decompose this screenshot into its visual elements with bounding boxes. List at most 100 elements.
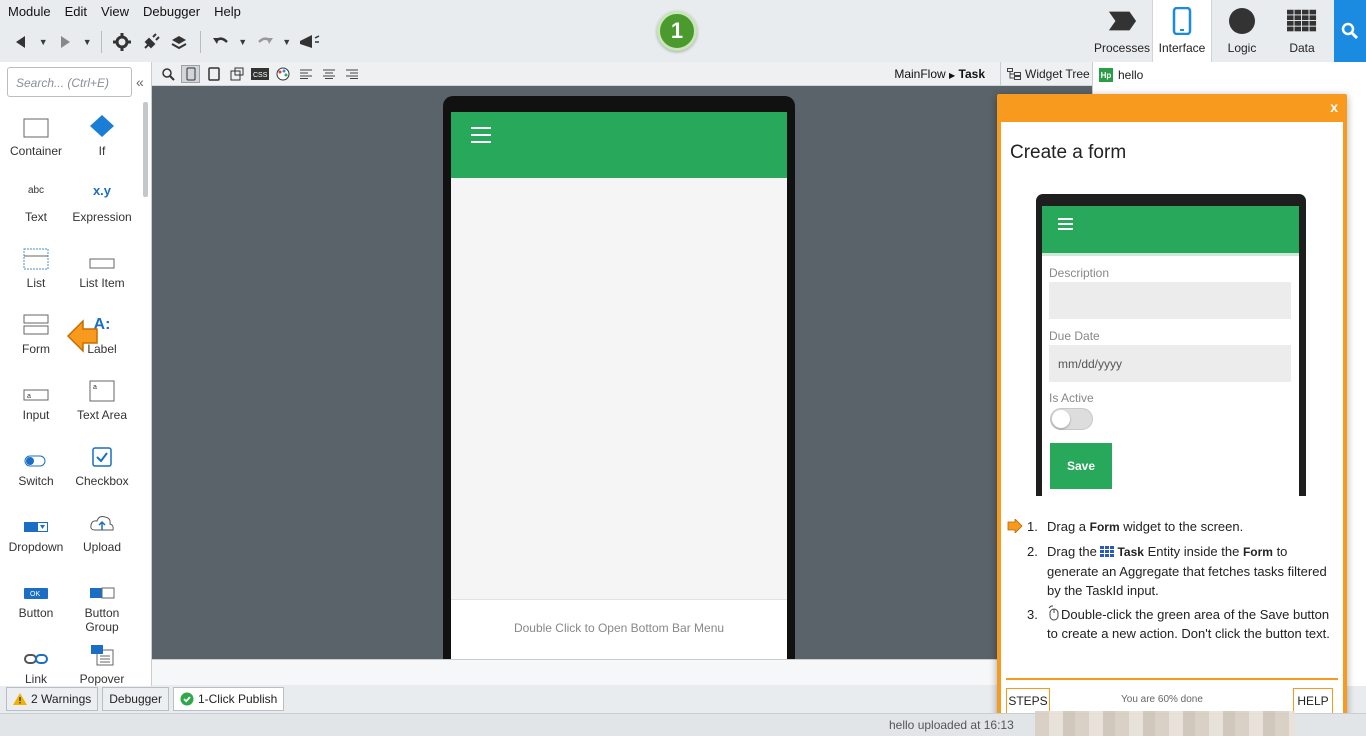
widget-input[interactable]: a Input [3, 372, 69, 422]
widget-button-group[interactable]: Button Group [69, 570, 135, 634]
phone-preview-icon[interactable] [181, 64, 200, 83]
one-click-publish-tab[interactable]: 1-Click Publish [172, 687, 285, 711]
megaphone-icon[interactable] [297, 30, 320, 54]
bottom-bar-text: Double Click to Open Bottom Bar Menu [513, 621, 725, 635]
canvas-toolbar: CSS MainFlow ▶ Task Widget Tree [152, 62, 1092, 86]
widget-label: Upload [82, 540, 122, 554]
redo-dropdown-icon[interactable]: ▼ [282, 30, 291, 54]
button-group-icon [69, 570, 135, 600]
undo-icon[interactable] [210, 30, 233, 54]
widget-label: Popover [79, 672, 125, 686]
align-left-icon[interactable] [296, 65, 315, 83]
widget-label: Expression [72, 210, 132, 224]
preview-toggle [1050, 408, 1093, 430]
if-icon [69, 108, 135, 138]
tab-logic[interactable]: Logic [1212, 0, 1272, 62]
widget-expression[interactable]: x.y Expression [69, 174, 135, 224]
back-dropdown-icon[interactable]: ▼ [39, 30, 48, 54]
warnings-tab[interactable]: 2 Warnings [6, 687, 99, 711]
widget-label: Input [22, 408, 50, 422]
widget-switch[interactable]: Switch [3, 438, 69, 488]
debugger-tab[interactable]: Debugger [102, 687, 169, 711]
widget-tree-label: Widget Tree [1025, 66, 1090, 81]
align-center-icon[interactable] [319, 65, 338, 83]
close-icon[interactable]: x [1330, 99, 1338, 115]
svg-text:OK: OK [30, 591, 40, 598]
tab-logic-label: Logic [1227, 41, 1257, 55]
widget-text[interactable]: abc Text [3, 174, 69, 224]
global-search-button[interactable] [1334, 0, 1366, 62]
widget-list[interactable]: List [3, 240, 69, 290]
logic-icon [1227, 7, 1257, 35]
widget-text-area[interactable]: a Text Area [69, 372, 135, 422]
toolbox-scrollbar[interactable] [143, 102, 148, 197]
css-icon[interactable]: CSS [250, 65, 269, 83]
widget-tree-button[interactable]: Widget Tree [1000, 62, 1092, 85]
tree-root-item[interactable]: Hp hello [1099, 68, 1143, 82]
widget-checkbox[interactable]: Checkbox [69, 438, 135, 488]
forward-icon[interactable] [54, 30, 77, 54]
redo-icon[interactable] [253, 30, 276, 54]
progress-text: You are 60% done [1121, 694, 1203, 705]
tutorial-step-badge[interactable]: 1 [657, 11, 697, 51]
hamburger-menu-icon[interactable] [471, 127, 491, 148]
widget-container[interactable]: Container [3, 108, 69, 158]
preview-hamburger-icon [1058, 218, 1073, 233]
text-area-icon: a [69, 372, 135, 402]
menu-module[interactable]: Module [8, 4, 51, 19]
tablet-preview-icon[interactable] [204, 65, 223, 83]
menu-debugger[interactable]: Debugger [143, 4, 200, 19]
breadcrumb-screen[interactable]: Task [959, 67, 985, 81]
app-header[interactable] [451, 112, 787, 178]
publish-stack-icon[interactable] [168, 30, 191, 54]
preview-is-active-label: Is Active [1049, 391, 1094, 405]
warning-icon [13, 693, 27, 705]
tab-data[interactable]: Data [1272, 0, 1332, 62]
rotate-preview-icon[interactable] [227, 65, 246, 83]
dropdown-icon [3, 504, 69, 534]
theme-palette-icon[interactable] [273, 65, 292, 83]
step-item: 3. Double-click the green area of the Sa… [1007, 605, 1337, 643]
bottom-bar-placeholder[interactable]: Double Click to Open Bottom Bar Menu [451, 599, 787, 659]
widget-upload[interactable]: Upload [69, 504, 135, 554]
widget-button[interactable]: OK Button [3, 570, 69, 620]
menu-help[interactable]: Help [214, 4, 241, 19]
zoom-icon[interactable] [158, 65, 177, 83]
upload-icon [69, 504, 135, 534]
phone-screen[interactable]: Double Click to Open Bottom Bar Menu [451, 112, 787, 659]
widget-form[interactable]: Form [3, 306, 69, 356]
svg-text:a: a [27, 393, 31, 400]
help-button[interactable]: HELP [1293, 688, 1333, 714]
collapse-panel-icon[interactable]: « [136, 74, 144, 90]
step-bold: Form [1089, 520, 1120, 534]
design-canvas[interactable]: Double Click to Open Bottom Bar Menu [152, 86, 1092, 659]
widget-dropdown[interactable]: Dropdown [3, 504, 69, 554]
settings-gear-icon[interactable] [111, 30, 134, 54]
widget-label: Link [24, 672, 47, 686]
tab-data-label: Data [1289, 41, 1315, 55]
menu-view[interactable]: View [101, 4, 129, 19]
breadcrumb-flow[interactable]: MainFlow [894, 67, 945, 81]
tab-interface[interactable]: Interface [1152, 0, 1212, 62]
menu-edit[interactable]: Edit [65, 4, 87, 19]
step-number: 2. [1027, 544, 1038, 559]
undo-dropdown-icon[interactable]: ▼ [238, 30, 247, 54]
tree-icon [1007, 67, 1021, 80]
widget-list-item[interactable]: List Item [69, 240, 135, 290]
tab-processes[interactable]: Processes [1092, 0, 1152, 62]
preview-screen: Description Due Date mm/dd/yyyy Is Activ… [1042, 206, 1299, 496]
back-icon[interactable] [10, 30, 33, 54]
plug-icon[interactable] [139, 30, 162, 54]
canvas-horizontal-scrollbar[interactable] [152, 659, 1092, 685]
forward-dropdown-icon[interactable]: ▼ [83, 30, 92, 54]
checkbox-icon [69, 438, 135, 468]
phone-frame: Double Click to Open Bottom Bar Menu [443, 96, 795, 659]
widget-search-input[interactable]: Search... (Ctrl+E) [7, 67, 132, 97]
widget-popover[interactable]: Popover [69, 636, 135, 686]
widget-link[interactable]: Link [3, 636, 69, 686]
widget-if[interactable]: If [69, 108, 135, 158]
processes-icon [1107, 7, 1137, 35]
popover-icon [69, 636, 135, 666]
button-icon: OK [3, 570, 69, 600]
align-right-icon[interactable] [342, 65, 361, 83]
